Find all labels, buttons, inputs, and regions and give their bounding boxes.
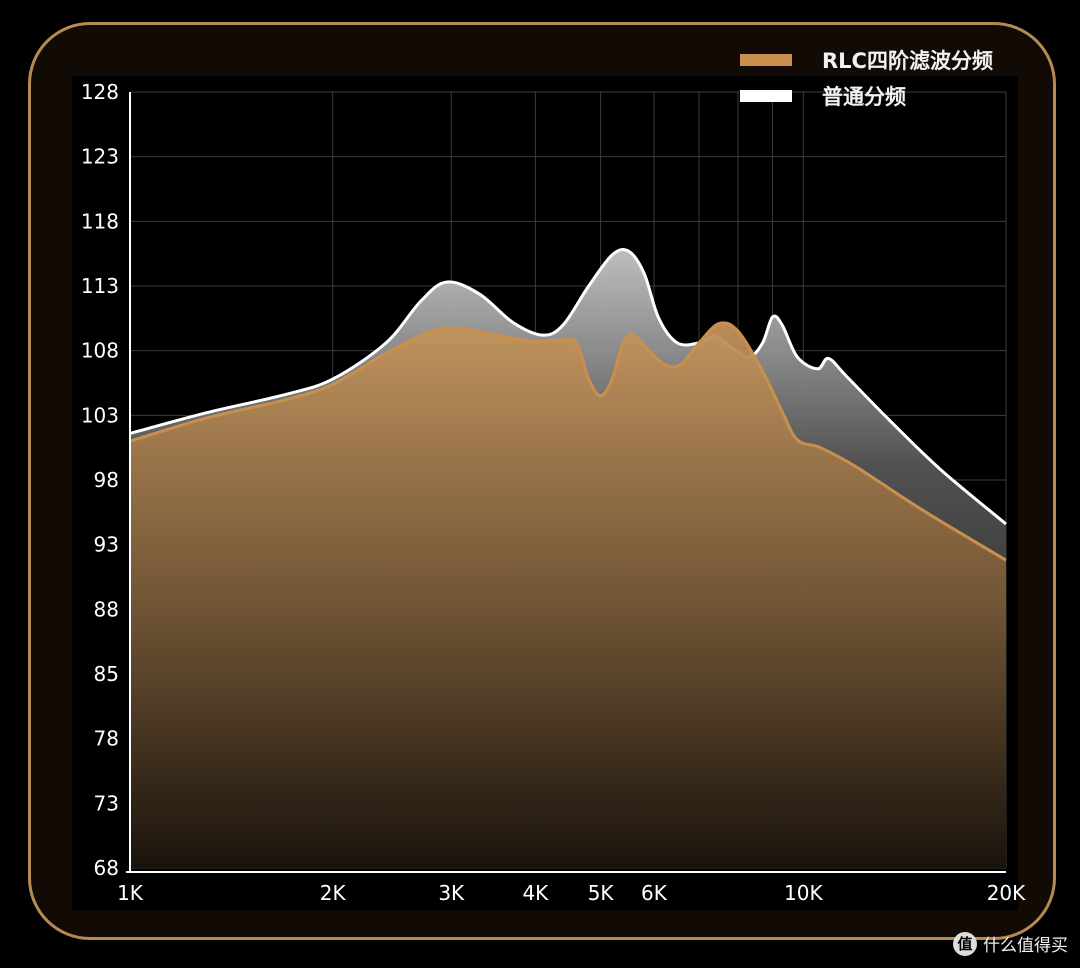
y-tick-label: 128	[81, 80, 119, 104]
y-tick-label: 93	[94, 533, 119, 557]
y-tick-label: 88	[94, 597, 119, 621]
y-tick-label: 118	[81, 209, 119, 233]
rlc-crossover-legend-swatch	[740, 54, 792, 66]
zhi-logo-icon: 值	[953, 931, 977, 956]
x-tick-label: 20K	[987, 881, 1026, 905]
watermark: 值 什么值得买	[953, 931, 1068, 956]
rlc-crossover-legend-label: RLC四阶滤波分频	[822, 49, 993, 73]
watermark-text: 什么值得买	[983, 936, 1068, 956]
standard-crossover-legend-label: 普通分频	[822, 85, 906, 109]
x-tick-label: 1K	[117, 881, 144, 905]
x-tick-label: 5K	[588, 881, 615, 905]
y-tick-label: 98	[94, 468, 119, 492]
y-tick-label: 113	[81, 274, 119, 298]
y-tick-label: 73	[94, 791, 119, 815]
x-tick-label: 3K	[438, 881, 465, 905]
y-tick-label: 108	[81, 339, 119, 363]
y-tick-label: 68	[94, 856, 119, 880]
y-tick-label: 103	[81, 403, 119, 427]
standard-crossover-legend-swatch	[740, 90, 792, 102]
x-tick-label: 6K	[641, 881, 668, 905]
y-tick-label: 85	[94, 662, 119, 686]
x-tick-label: 2K	[320, 881, 347, 905]
frequency-response-chart: 128 123 118 113 108 103 98 93 88 85 78 73 681K 2K 3K 4K…	[72, 49, 1026, 910]
x-tick-label: 4K	[522, 881, 549, 905]
y-tick-label: 123	[81, 145, 119, 169]
x-tick-label: 10K	[784, 881, 823, 905]
y-tick-label: 78	[94, 727, 119, 751]
